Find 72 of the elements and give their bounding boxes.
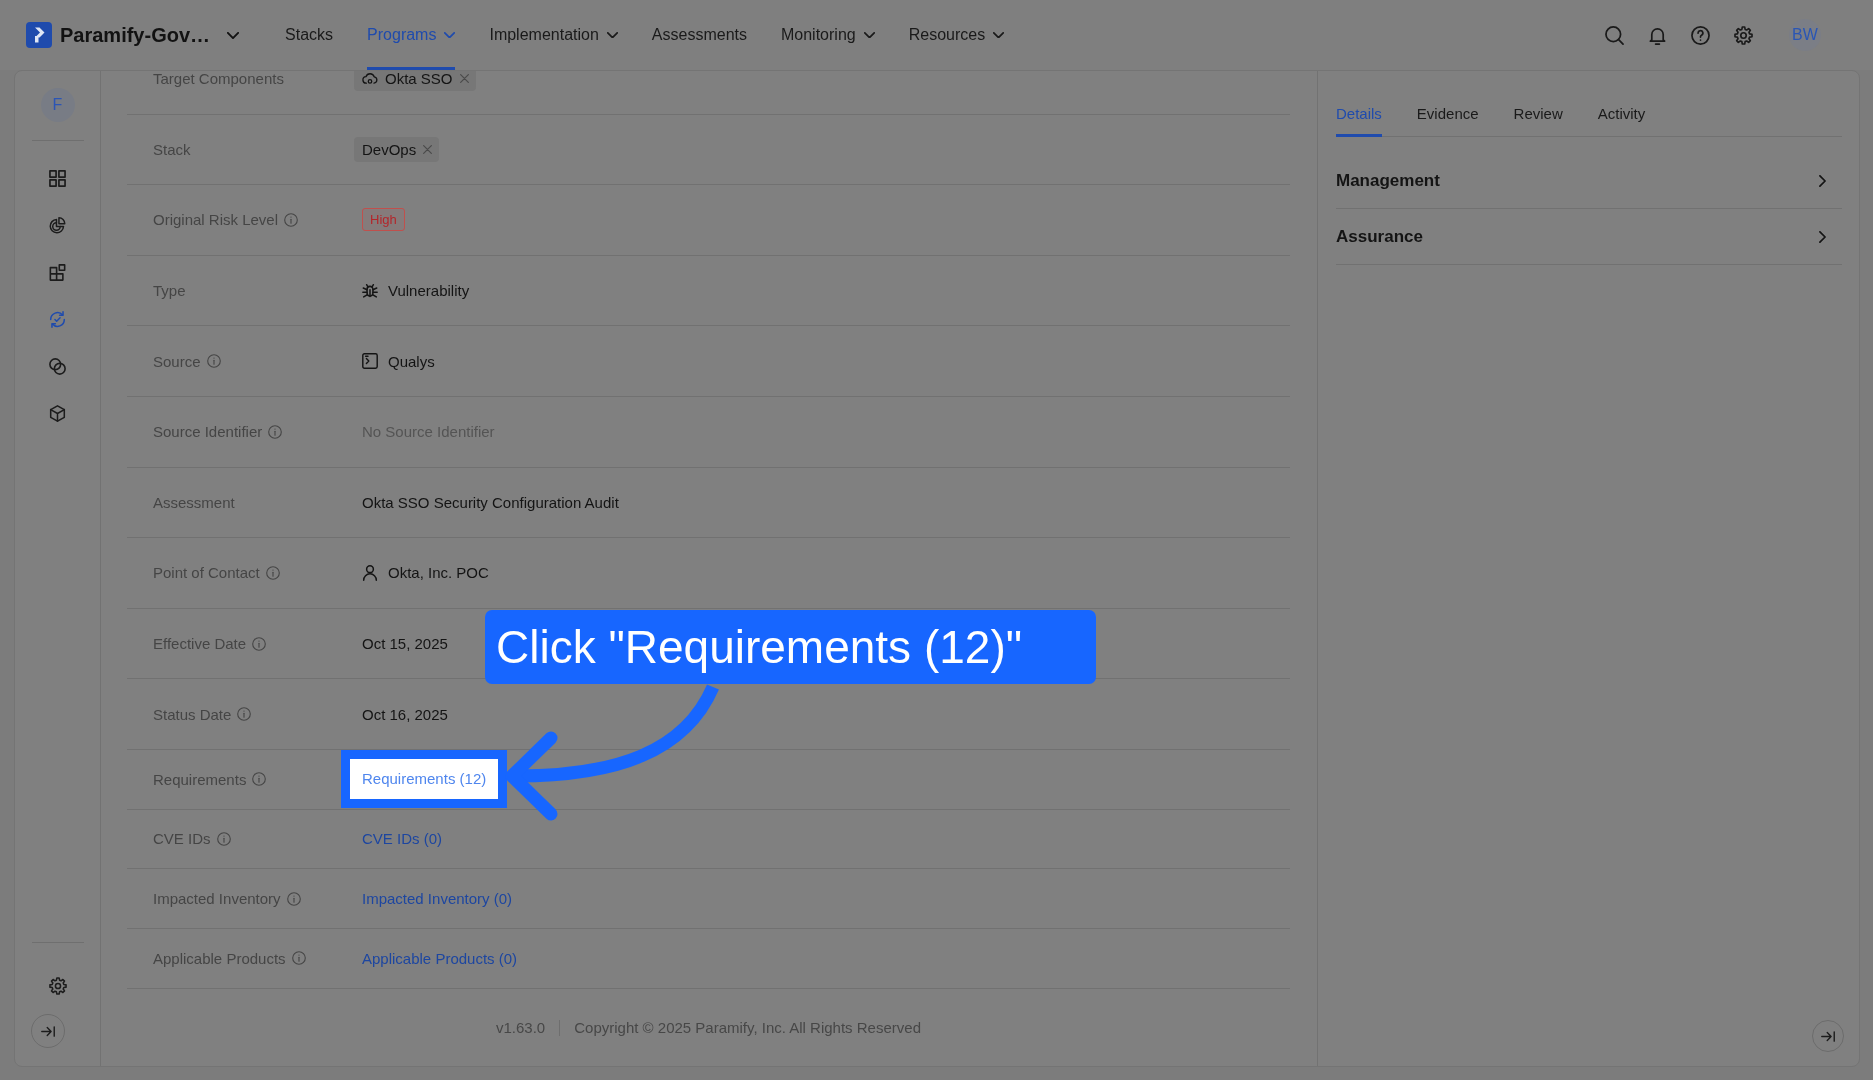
field-label: Original Risk Level bbox=[153, 211, 279, 229]
contact-name: Okta, Inc. POC bbox=[388, 564, 489, 582]
nav-tab[interactable]: Assessments bbox=[651, 0, 747, 70]
field-label: Stack bbox=[153, 140, 191, 158]
tag-text: DevOps bbox=[362, 140, 417, 158]
info-icon[interactable] bbox=[237, 707, 252, 722]
grid-icon[interactable] bbox=[49, 170, 66, 187]
cube-icon[interactable] bbox=[49, 405, 66, 422]
search-icon[interactable] bbox=[1605, 25, 1624, 45]
pie-chart-icon[interactable] bbox=[49, 217, 66, 234]
collapse-button[interactable] bbox=[1812, 1020, 1844, 1052]
accordion-header[interactable]: Assurance bbox=[1336, 209, 1842, 265]
info-icon[interactable] bbox=[268, 424, 283, 439]
field-label: Effective Date bbox=[153, 635, 247, 653]
tag-text: Okta SSO bbox=[385, 71, 453, 88]
info-icon[interactable] bbox=[252, 636, 267, 651]
nav-tab[interactable]: Monitoring bbox=[780, 0, 875, 70]
nav-tab[interactable]: Stacks bbox=[285, 0, 334, 70]
sync-check-icon[interactable] bbox=[49, 311, 66, 328]
field-label: Assessment bbox=[153, 493, 235, 511]
value-text: Okta SSO Security Configuration Audit bbox=[362, 493, 619, 511]
workspace-switcher[interactable]: Paramify-Gov… bbox=[60, 23, 240, 47]
value-text: Oct 16, 2025 bbox=[362, 705, 448, 723]
value-link[interactable]: Applicable Products (0) bbox=[362, 949, 518, 967]
bug-icon bbox=[362, 282, 378, 299]
panel-tab[interactable]: Activity bbox=[1597, 96, 1646, 137]
accordion-header[interactable]: Management bbox=[1336, 153, 1842, 209]
field-label: Status Date bbox=[153, 705, 232, 723]
field-label: Impacted Inventory bbox=[153, 890, 281, 908]
field-label: Requirements bbox=[153, 770, 247, 788]
field-label: Source bbox=[153, 352, 201, 370]
collapse-button[interactable] bbox=[31, 1014, 65, 1048]
cloud-icon bbox=[362, 72, 378, 86]
nav-tab[interactable]: Resources bbox=[908, 0, 1005, 70]
field-label: Type bbox=[153, 282, 186, 300]
value-text: Vulnerability bbox=[388, 282, 470, 300]
user-icon bbox=[362, 564, 378, 581]
field-label: Applicable Products bbox=[153, 949, 286, 967]
field-label: Point of Contact bbox=[153, 564, 260, 582]
info-icon[interactable] bbox=[206, 354, 221, 369]
field-label: Source Identifier bbox=[153, 423, 263, 441]
callout-banner: Click "Requirements (12)" bbox=[485, 610, 1096, 684]
version-text: v1.63.0 bbox=[496, 1019, 546, 1036]
info-icon[interactable] bbox=[284, 213, 299, 227]
info-icon[interactable] bbox=[291, 951, 306, 966]
value-link[interactable]: Requirements (12) bbox=[341, 750, 508, 809]
field-label: CVE IDs bbox=[153, 830, 211, 848]
copyright-text: Copyright © 2025 Paramify, Inc. All Rights Reserved bbox=[574, 1019, 921, 1036]
terminal-icon bbox=[362, 353, 378, 370]
collapse-icon bbox=[41, 1025, 55, 1037]
panel-tab[interactable]: Evidence bbox=[1416, 96, 1479, 137]
value-link[interactable]: Impacted Inventory (0) bbox=[362, 890, 513, 908]
logo-icon[interactable] bbox=[26, 22, 52, 48]
info-icon[interactable] bbox=[252, 772, 267, 787]
nav-tab[interactable]: Implementation bbox=[489, 0, 618, 70]
panel-tab[interactable]: Review bbox=[1513, 96, 1563, 137]
settings-icon[interactable] bbox=[48, 977, 67, 995]
settings-icon[interactable] bbox=[1734, 25, 1753, 45]
help-icon[interactable] bbox=[1691, 25, 1710, 45]
field-label: Target Components bbox=[153, 71, 284, 88]
info-icon[interactable] bbox=[265, 565, 280, 580]
overlap-circles-icon[interactable] bbox=[49, 358, 66, 375]
value-text: Oct 15, 2025 bbox=[362, 635, 448, 653]
bell-icon[interactable] bbox=[1648, 25, 1667, 45]
value-link[interactable]: CVE IDs (0) bbox=[362, 830, 442, 848]
value-text: Qualys bbox=[388, 352, 435, 370]
info-icon[interactable] bbox=[286, 891, 301, 906]
caret-icon bbox=[227, 31, 240, 39]
info-icon[interactable] bbox=[216, 831, 231, 846]
collapse-icon bbox=[1821, 1030, 1835, 1042]
risk-badge: High bbox=[362, 208, 405, 232]
blocks-icon[interactable] bbox=[49, 264, 66, 281]
